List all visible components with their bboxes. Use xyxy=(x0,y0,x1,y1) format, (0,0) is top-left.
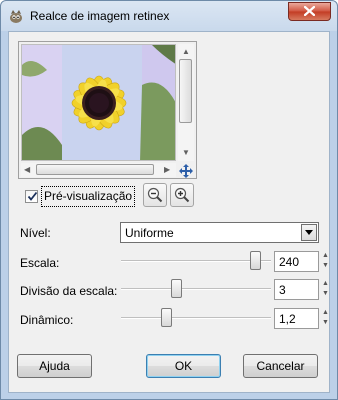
spin-down-icon[interactable]: ▼ xyxy=(321,261,330,271)
level-dropdown[interactable]: Uniforme xyxy=(120,222,319,243)
scale-spin-arrows[interactable]: ▲ ▼ xyxy=(321,251,330,272)
scale-slider-track[interactable] xyxy=(121,260,271,262)
dynamic-spinbox[interactable]: 1,2 xyxy=(274,308,319,329)
ok-button[interactable]: OK xyxy=(146,354,221,378)
scale-spinbox[interactable]: 240 xyxy=(274,251,319,272)
spin-up-icon[interactable]: ▲ xyxy=(321,251,330,261)
cancel-button[interactable]: Cancelar xyxy=(243,354,318,378)
preview-label[interactable]: Pré-visualização xyxy=(41,186,136,207)
spin-up-icon[interactable]: ▲ xyxy=(321,279,330,289)
level-selected-value: Uniforme xyxy=(125,226,174,240)
scroll-up-icon[interactable]: ▲ xyxy=(182,47,190,57)
scroll-down-icon[interactable]: ▼ xyxy=(182,148,190,158)
horizontal-scroll-thumb[interactable] xyxy=(36,164,154,175)
preview-horizontal-scrollbar[interactable]: ◀ ▶ xyxy=(21,163,176,177)
zoom-in-button[interactable] xyxy=(170,183,194,207)
preview-area: ▲ ▼ ◀ ▶ xyxy=(18,41,197,179)
scale-slider-thumb[interactable] xyxy=(250,251,261,270)
scale-division-value: 3 xyxy=(279,283,286,297)
scale-division-spin-arrows[interactable]: ▲ ▼ xyxy=(321,279,330,300)
close-button[interactable] xyxy=(288,2,331,21)
spin-down-icon[interactable]: ▼ xyxy=(321,289,330,299)
zoom-out-button[interactable] xyxy=(143,183,167,207)
spin-down-icon[interactable]: ▼ xyxy=(321,318,330,328)
spin-up-icon[interactable]: ▲ xyxy=(321,308,330,318)
dynamic-slider-thumb[interactable] xyxy=(161,308,172,327)
scale-division-label: Divisão da escala: xyxy=(20,284,118,298)
dynamic-spin-arrows[interactable]: ▲ ▼ xyxy=(321,308,330,329)
preview-checkbox[interactable] xyxy=(25,190,38,203)
preview-vertical-scrollbar[interactable]: ▲ ▼ xyxy=(178,44,194,161)
scroll-right-icon[interactable]: ▶ xyxy=(164,165,170,175)
title-bar: Realce de imagem retinex xyxy=(1,1,337,31)
scale-value: 240 xyxy=(279,255,300,269)
scale-label: Escala: xyxy=(20,256,60,270)
navigate-icon[interactable] xyxy=(178,164,194,178)
dynamic-slider-track[interactable] xyxy=(121,317,271,319)
help-button[interactable]: Ajuda xyxy=(17,354,92,378)
scroll-left-icon[interactable]: ◀ xyxy=(24,165,30,175)
vertical-scroll-thumb[interactable] xyxy=(179,59,192,123)
dialog-window: Realce de imagem retinex ▲ ▼ ◀ ▶ Pré-vis… xyxy=(0,0,338,400)
window-title: Realce de imagem retinex xyxy=(30,9,170,23)
level-label: Nível: xyxy=(20,226,51,240)
scale-division-spinbox[interactable]: 3 xyxy=(274,279,319,300)
chevron-down-icon[interactable] xyxy=(301,224,317,241)
scale-division-slider-thumb[interactable] xyxy=(171,279,182,298)
close-icon xyxy=(303,5,316,19)
dynamic-label: Dinâmico: xyxy=(20,313,74,327)
dialog-content: ▲ ▼ ◀ ▶ Pré-visualização Nível: Uniforme… xyxy=(8,31,330,393)
dynamic-value: 1,2 xyxy=(279,312,296,326)
gimp-icon xyxy=(8,8,24,24)
preview-image[interactable] xyxy=(21,44,176,161)
scale-division-slider-track[interactable] xyxy=(121,288,271,290)
